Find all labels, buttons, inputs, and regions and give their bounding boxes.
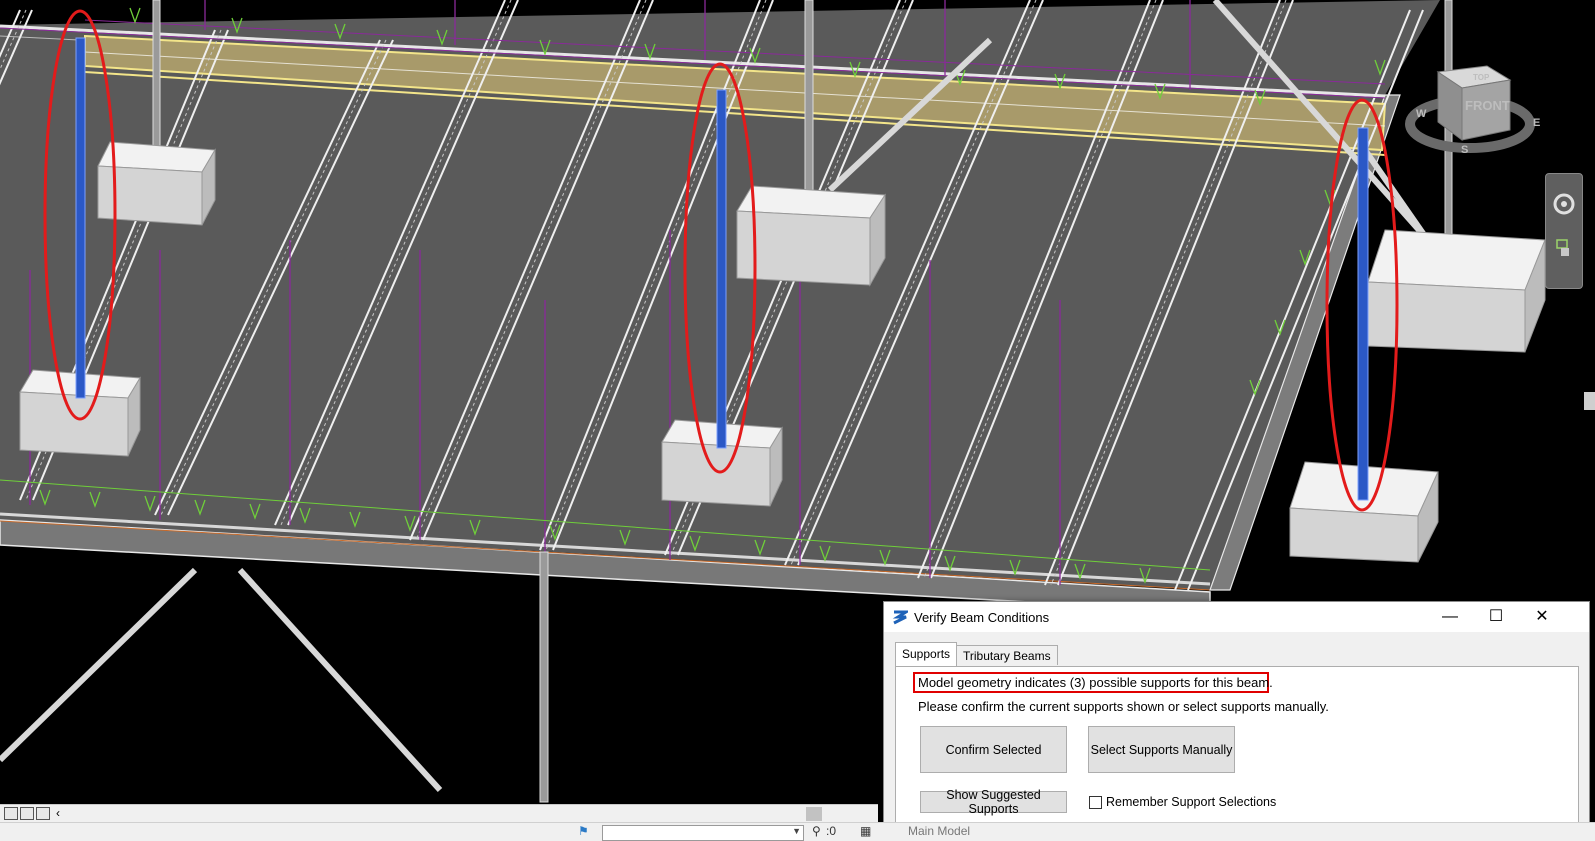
minimize-button[interactable]: — (1427, 602, 1473, 632)
crop-icon[interactable] (36, 807, 50, 820)
horizontal-scroll-thumb[interactable] (806, 807, 822, 821)
select-supports-manually-button[interactable]: Select Supports Manually (1088, 726, 1235, 773)
supports-count-message: Model geometry indicates (3) possible su… (918, 675, 1273, 690)
tab-tributary-beams[interactable]: Tributary Beams (956, 645, 1058, 665)
app-logo-icon (892, 609, 912, 625)
viewcube-top-label: TOP (1473, 73, 1490, 82)
viewport-scrollbar-thumb[interactable] (1584, 392, 1595, 410)
view-cube-icon[interactable] (20, 807, 34, 820)
compass-south: S (1461, 144, 1468, 156)
table-icon[interactable]: ▦ (860, 824, 871, 838)
chevron-down-icon: ▼ (792, 826, 801, 836)
steering-wheel-icon[interactable] (1552, 192, 1576, 216)
remember-selections-label: Remember Support Selections (1106, 795, 1277, 809)
compass-east: E (1533, 117, 1540, 129)
zoom-icon[interactable] (1552, 236, 1576, 260)
dialog-title: Verify Beam Conditions (914, 610, 1050, 625)
show-suggested-supports-button[interactable]: Show Suggested Supports (920, 788, 1067, 816)
workset-combo[interactable]: ▼ (602, 825, 804, 841)
workset-icon[interactable]: ⚑ (578, 824, 589, 838)
viewport-icon[interactable] (4, 807, 18, 820)
remember-selections-checkbox[interactable] (1089, 796, 1102, 809)
chevron-left-icon[interactable]: ‹ (56, 806, 60, 820)
maximize-button[interactable]: ☐ (1473, 602, 1519, 632)
status-bar: ⚑ ▼ ⚲ :0 ▦ Main Model (0, 822, 1595, 841)
filter-icon[interactable]: ⚲ (812, 824, 821, 838)
navigation-bar[interactable] (1545, 173, 1583, 289)
compass-west: W (1416, 108, 1427, 120)
design-option-label: Main Model (908, 824, 971, 838)
view-control-bar: ‹ (0, 804, 878, 823)
selection-count: :0 (826, 824, 837, 838)
tab-supports[interactable]: Supports (895, 642, 958, 666)
viewcube-front-label: FRONT (1465, 98, 1510, 113)
confirm-instructions: Please confirm the current supports show… (918, 699, 1329, 714)
confirm-selected-button[interactable]: Confirm Selected (920, 726, 1067, 773)
close-button[interactable]: ✕ (1519, 602, 1565, 632)
dialog-titlebar[interactable]: Verify Beam Conditions — ☐ ✕ (884, 602, 1589, 632)
